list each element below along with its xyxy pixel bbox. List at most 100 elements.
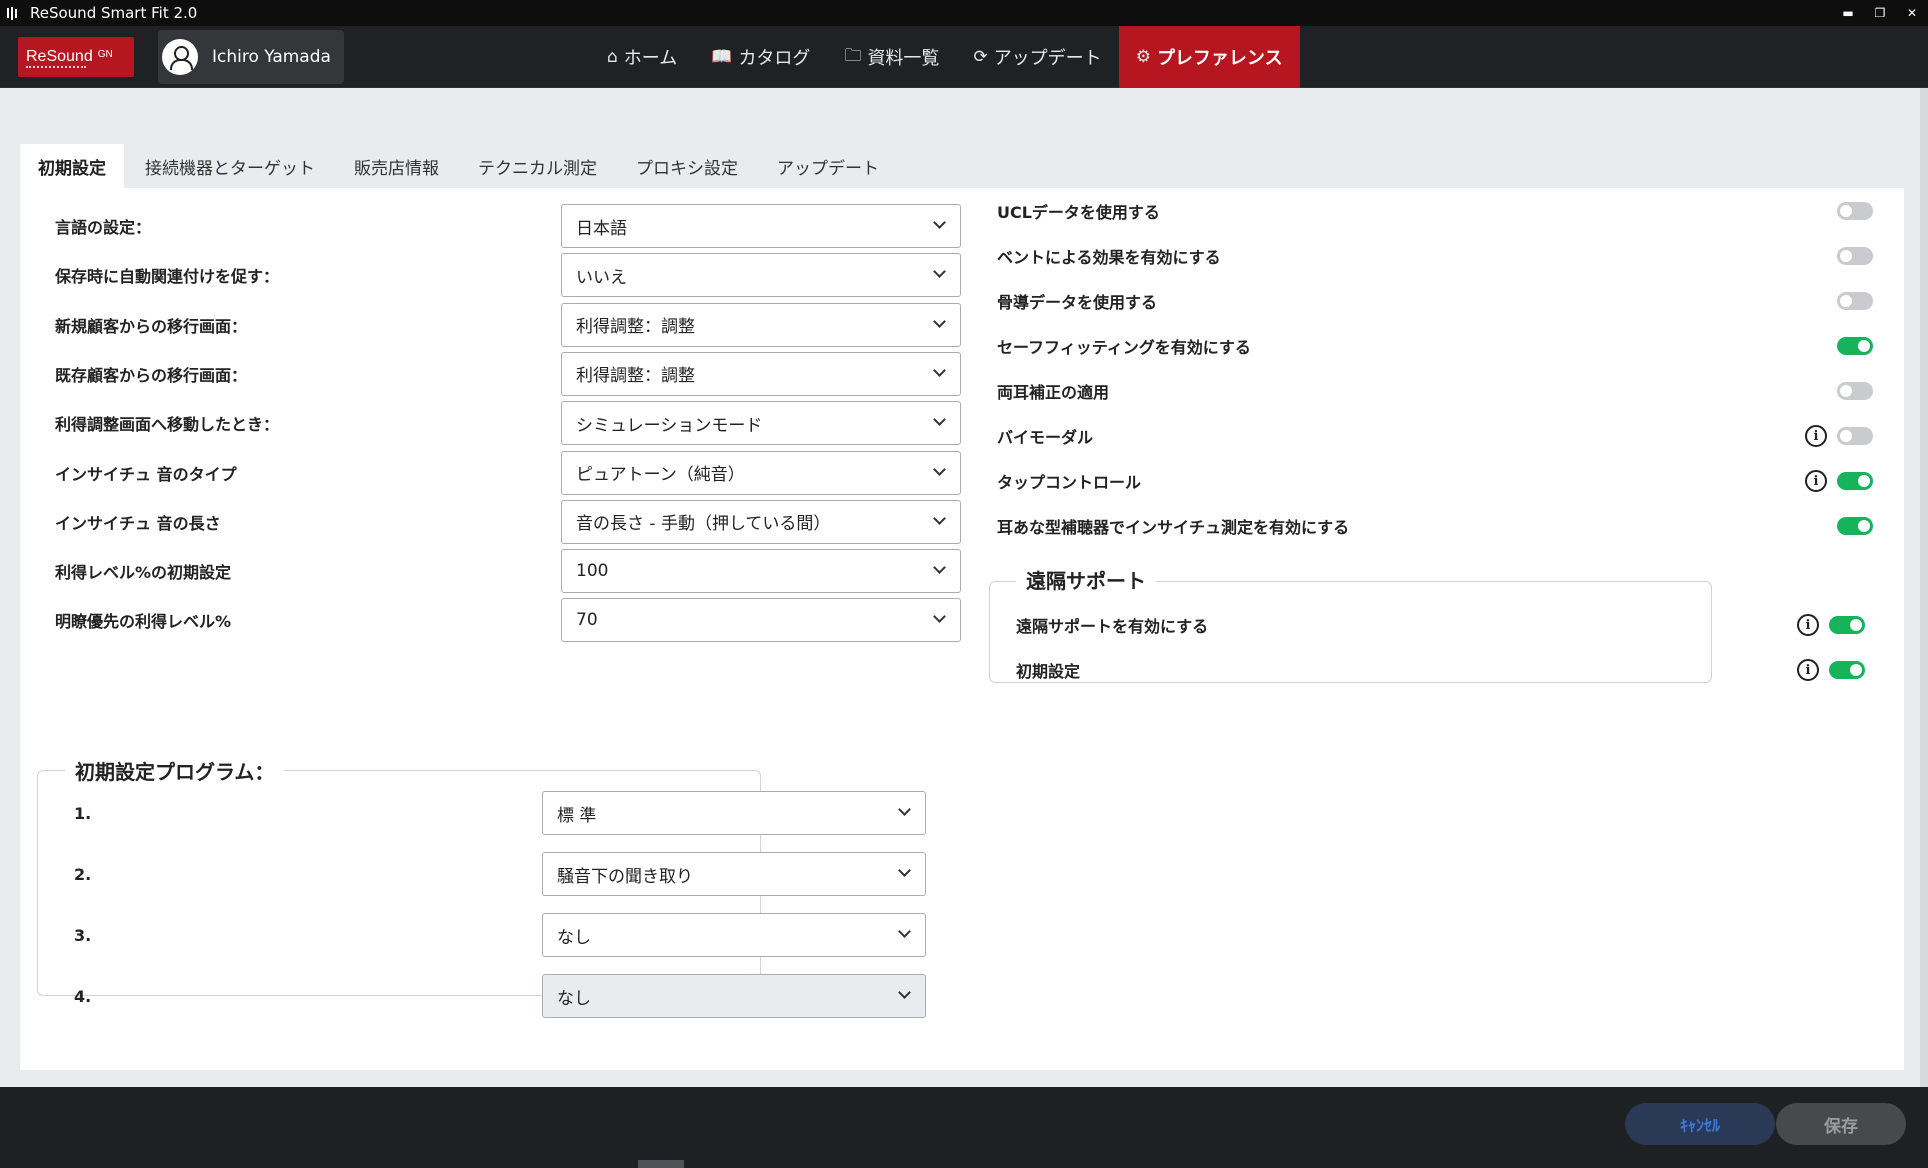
program-dropdown[interactable]: なし [542,913,926,957]
setting-label: 新規顧客からの移行画面： [55,316,248,336]
toggle-row: ベントによる効果を有効にする [997,239,1873,273]
setting-row: インサイチュ 音の長さ 音の長さ - 手動（押している間） [55,499,961,544]
home-icon: ⌂ [607,47,618,67]
setting-row: 言語の設定： 日本語 [55,204,961,248]
tab-2[interactable]: 販売店情報 [336,144,457,188]
setting-row: 保存時に自動関連付けを促す： いいえ [55,253,961,298]
setting-dropdown[interactable]: 音の長さ - 手動（押している間） [561,499,961,544]
info-icon[interactable]: i [1797,614,1819,636]
user-name: Ichiro Yamada [212,47,331,67]
chevron-down-icon [898,864,911,877]
chevron-down-icon [933,413,946,427]
nav-item-label: プレファレンス [1156,48,1283,69]
chevron-down-icon [933,265,946,279]
setting-dropdown[interactable]: 日本語 [561,204,961,248]
info-icon[interactable]: i [1805,425,1827,447]
toggle-row: 遠隔サポートを有効にする i [1016,608,1865,642]
maximize-button[interactable]: ❐ [1864,0,1896,26]
dropdown-value: 日本語 [576,218,627,239]
dropdown-value: ピュアトーン（純音） [576,465,745,485]
toggle-switch[interactable] [1837,247,1873,265]
minimize-button[interactable]: ▬ [1832,0,1864,26]
toggle-switch[interactable] [1837,337,1873,355]
tab-1[interactable]: 接続機器とターゲット [127,144,333,188]
toggle-label: バイモーダル [997,428,1094,447]
nav-item-gear[interactable]: ⚙ プレファレンス [1118,26,1300,98]
toggle-switch[interactable] [1837,202,1873,220]
scrollbar[interactable] [1920,88,1928,1087]
toggle-label: 遠隔サポートを有効にする [1016,617,1209,636]
setting-dropdown[interactable]: いいえ [561,253,961,298]
chevron-down-icon [933,314,946,328]
toggle-label: タップコントロール [997,473,1142,492]
setting-label: 既存顧客からの移行画面： [55,365,248,385]
program-row: 2. 騒音下の聞き取り [54,852,926,896]
toggle-row: UCLデータを使用する [997,194,1873,228]
setting-dropdown[interactable]: 100 [561,549,961,594]
taskbar-stub [638,1160,684,1168]
nav-item-refresh[interactable]: ⟳ アップデート [956,26,1118,88]
toggle-label: ベントによる効果を有効にする [997,248,1221,267]
toggle-row: 耳あな型補聴器でインサイチュ測定を有効にする [997,509,1873,543]
nav-item-book[interactable]: 📖 カタログ [694,26,827,88]
program-row: 3. なし [54,913,926,957]
toggle-switch[interactable] [1837,472,1873,490]
tab-4[interactable]: プロキシ設定 [618,144,756,188]
close-button[interactable]: ✕ [1896,0,1928,26]
setting-label: 利得レベル%の初期設定 [55,563,232,583]
cancel-button[interactable]: ｷｬﾝｾﾙ [1625,1103,1775,1145]
toggle-label: 耳あな型補聴器でインサイチュ測定を有効にする [997,518,1350,537]
toggle-switch[interactable] [1829,616,1865,634]
setting-row: 既存顧客からの移行画面： 利得調整：調整 [55,351,961,396]
tab-3[interactable]: テクニカル測定 [460,144,615,188]
toggle-row: 骨導データを使用する [997,284,1873,318]
toggle-label: UCLデータを使用する [997,203,1160,222]
chevron-down-icon [933,610,946,624]
remote-support-legend: 遠隔サポート [1016,565,1156,594]
program-dropdown[interactable]: 標 準 [542,791,926,835]
info-icon[interactable]: i [1797,659,1819,681]
setting-dropdown[interactable]: ピュアトーン（純音） [561,450,961,495]
nav-item-home[interactable]: ⌂ ホーム [590,26,694,88]
title-bar: ReSound Smart Fit 2.0 ▬ ❐ ✕ [0,0,1928,26]
tab-0[interactable]: 初期設定 [20,144,124,188]
toggle-label: 骨導データを使用する [997,293,1158,312]
tab-5[interactable]: アップデート [759,144,897,188]
toggle-switch[interactable] [1837,427,1873,445]
setting-label: インサイチュ 音の長さ [55,513,221,533]
gear-icon: ⚙ [1135,47,1151,67]
dropdown-value: なし [557,988,591,1009]
chevron-down-icon [898,803,911,816]
dropdown-value: いいえ [576,267,627,288]
save-button[interactable]: 保存 [1776,1103,1906,1145]
setting-row: 利得レベル%の初期設定 100 [55,549,961,594]
setting-label: 明瞭優先の利得レベル% [55,612,232,632]
dropdown-value: シミュレーションモード [576,415,763,436]
user-profile-button[interactable]: Ichiro Yamada [158,30,344,84]
program-dropdown[interactable]: 騒音下の聞き取り [542,852,926,896]
setting-dropdown[interactable]: 70 [561,598,961,643]
app-icon [0,0,26,26]
toggle-switch[interactable] [1829,661,1865,679]
chevron-down-icon [933,364,946,377]
program-legend: 初期設定プログラム： [65,756,285,785]
chevron-down-icon [933,216,946,229]
chevron-down-icon [933,462,946,476]
toggle-label: セーフフィッティングを有効にする [997,338,1251,357]
info-icon[interactable]: i [1805,470,1827,492]
chevron-down-icon [933,511,946,525]
setting-dropdown[interactable]: シミュレーションモード [561,401,961,446]
setting-dropdown[interactable]: 利得調整：調整 [561,302,961,347]
chevron-down-icon [898,925,911,938]
nav-item-label: カタログ [738,48,811,69]
toggle-switch[interactable] [1837,517,1873,535]
toggle-switch[interactable] [1837,382,1873,400]
program-row: 1. 標 準 [54,791,926,835]
chevron-down-icon [898,986,911,999]
setting-dropdown[interactable]: 利得調整：調整 [561,351,961,396]
toggle-switch[interactable] [1837,292,1873,310]
nav-item-folder[interactable]: 🗀 資料一覧 [827,26,956,88]
resound-logo: ReSound GN [18,37,134,77]
dropdown-value: なし [557,927,591,948]
program-number: 1. [74,803,92,823]
